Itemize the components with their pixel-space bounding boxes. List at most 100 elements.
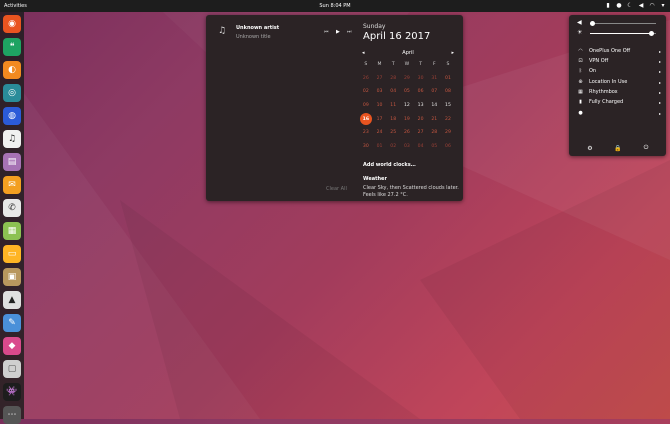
calendar-day[interactable]: 26 xyxy=(400,126,414,140)
calendar-day[interactable]: 04 xyxy=(414,140,428,154)
archive-icon[interactable]: ▣ xyxy=(3,268,21,286)
game-icon[interactable]: 👾 xyxy=(3,383,21,401)
hangouts-icon[interactable]: ❝ xyxy=(3,38,21,56)
media-player[interactable]: ♫ Unknown artist Unknown title ⏮ ▶ ⏭ xyxy=(214,21,352,49)
calendar-day[interactable]: 27 xyxy=(373,72,387,86)
calendar-day[interactable]: 26 xyxy=(359,72,373,86)
calendar-day[interactable]: 02 xyxy=(359,85,373,99)
user-icon: ● xyxy=(578,110,583,116)
menu-item-label: Rhythmbox xyxy=(589,89,618,95)
calendar-day[interactable]: 28 xyxy=(427,126,441,140)
notes-icon[interactable]: ▭ xyxy=(3,245,21,263)
calendar-day[interactable]: 07 xyxy=(427,85,441,99)
user-icon: ● xyxy=(616,2,622,9)
calendar-day[interactable]: 18 xyxy=(386,112,400,126)
calendar-day[interactable]: 30 xyxy=(414,72,428,86)
phone-icon[interactable]: ✆ xyxy=(3,199,21,217)
calendar-day[interactable]: 22 xyxy=(441,112,455,126)
calendar-day[interactable]: 13 xyxy=(414,99,428,113)
mail-icon[interactable]: ✉ xyxy=(3,176,21,194)
calendar-day[interactable]: 19 xyxy=(400,112,414,126)
dock: ◉ ❝ ◐ ◎ ◍ ♫ ▤ ✉ ✆ ▦ ▭ ▣ ▲ ✎ ◆ ▢ 👾 ⋯ xyxy=(0,12,24,424)
music-note-icon: ♫ xyxy=(218,26,227,36)
calendar-day[interactable]: 14 xyxy=(427,99,441,113)
power-icon[interactable]: ⏻ xyxy=(641,143,651,153)
weekday-header: T xyxy=(419,62,422,68)
weekday-header: S xyxy=(446,62,450,68)
location-icon: ⊕ xyxy=(578,79,583,85)
calendar-day[interactable]: 20 xyxy=(414,112,428,126)
calendar-day[interactable]: 29 xyxy=(400,72,414,86)
menu-item-vpn[interactable]: ⊡ VPN Off ▸ xyxy=(577,57,663,66)
chevron-right-icon: ▸ xyxy=(658,69,661,74)
calendar-day[interactable]: 11 xyxy=(386,99,400,113)
calendar-day[interactable]: 03 xyxy=(400,140,414,154)
weekday-label: Sunday xyxy=(363,23,386,30)
volume-slider[interactable]: ◀ xyxy=(577,19,660,27)
web-icon[interactable]: ◎ xyxy=(3,84,21,102)
volume-knob[interactable] xyxy=(590,21,595,26)
inkscape-icon[interactable]: ▲ xyxy=(3,291,21,309)
show-apps-icon[interactable]: ⋯ xyxy=(3,406,21,424)
prev-month-icon[interactable]: ◂ xyxy=(362,48,365,58)
calendar-day[interactable]: 25 xyxy=(386,126,400,140)
menu-item-rhythmbox[interactable]: ▦ Rhythmbox ▸ xyxy=(577,88,663,97)
calendar-day[interactable]: 05 xyxy=(400,85,414,99)
menu-item-user[interactable]: ● ▸ xyxy=(577,109,663,118)
calendar-day[interactable]: 21 xyxy=(427,112,441,126)
system-menu: ◀ ☀ ◠ OnePlus One Off ▸ ⊡ VPN Off ▸ ᛒ On ▸ ⊕ Locat… xyxy=(569,15,666,156)
calendar-day[interactable]: 03 xyxy=(373,85,387,99)
next-icon[interactable]: ⏭ xyxy=(347,29,352,35)
calendar-day[interactable]: 31 xyxy=(427,72,441,86)
calendar-day[interactable]: 09 xyxy=(359,99,373,113)
menu-item-battery[interactable]: ▮ Fully Charged ▸ xyxy=(577,98,663,107)
calendar-day[interactable]: 05 xyxy=(427,140,441,154)
calendar-day[interactable]: 12 xyxy=(400,99,414,113)
previous-icon[interactable]: ⏮ xyxy=(324,29,329,35)
calendar-day[interactable]: 30 xyxy=(359,140,373,154)
speaker-icon: ◀ xyxy=(577,19,582,26)
clock[interactable]: Sun 8:04 PM xyxy=(0,0,670,12)
screenshot-icon[interactable]: ▢ xyxy=(3,360,21,378)
paint-icon[interactable]: ◆ xyxy=(3,337,21,355)
clear-all-button[interactable]: Clear All xyxy=(326,186,347,192)
lock-icon[interactable]: 🔒 xyxy=(613,143,623,153)
brightness-knob[interactable] xyxy=(649,31,654,36)
settings-icon[interactable]: ⚙ xyxy=(585,143,595,153)
calendar-day[interactable]: 28 xyxy=(386,72,400,86)
brightness-slider[interactable]: ☀ xyxy=(577,29,660,37)
calendar-day[interactable]: 01 xyxy=(441,72,455,86)
calendar-day[interactable]: 27 xyxy=(414,126,428,140)
weather-section[interactable]: Weather Clear Sky, then Scattered clouds… xyxy=(363,176,463,199)
calendar-day[interactable]: 24 xyxy=(373,126,387,140)
calendar-day[interactable]: 06 xyxy=(441,140,455,154)
calendar-day[interactable]: 10 xyxy=(373,99,387,113)
calendar-day[interactable]: 15 xyxy=(441,99,455,113)
rhythmbox-icon: ▦ xyxy=(578,89,583,95)
calendar-day[interactable]: 29 xyxy=(441,126,455,140)
menu-item-wifi[interactable]: ◠ OnePlus One Off ▸ xyxy=(577,47,663,56)
calendar-day[interactable]: 06 xyxy=(414,85,428,99)
play-icon[interactable]: ▶ xyxy=(336,29,340,35)
calendar-day[interactable]: 08 xyxy=(441,85,455,99)
next-month-icon[interactable]: ▸ xyxy=(451,48,454,58)
files-icon[interactable]: ▤ xyxy=(3,153,21,171)
calendar-day[interactable]: 04 xyxy=(386,85,400,99)
add-world-clocks-link[interactable]: Add world clocks… xyxy=(363,162,416,168)
bluetooth-icon: ᛒ xyxy=(578,68,582,74)
full-date-label: April 16 2017 xyxy=(363,31,431,42)
calendar-day[interactable]: 17 xyxy=(373,112,387,126)
calendar-day[interactable]: 02 xyxy=(386,140,400,154)
firefox-icon[interactable]: ◐ xyxy=(3,61,21,79)
disk-icon[interactable]: ◍ xyxy=(3,107,21,125)
calculator-icon[interactable]: ▦ xyxy=(3,222,21,240)
menu-item-location[interactable]: ⊕ Location In Use ▸ xyxy=(577,78,663,87)
text-editor-icon[interactable]: ✎ xyxy=(3,314,21,332)
calendar-day[interactable]: 23 xyxy=(359,126,373,140)
system-tray[interactable]: ▮ ● ☾ ◀ ◠ ▾ xyxy=(605,0,666,12)
calendar-day[interactable]: 01 xyxy=(373,140,387,154)
calendar-day-today[interactable]: 16 xyxy=(359,112,373,126)
music-icon[interactable]: ♫ xyxy=(3,130,21,148)
menu-item-bluetooth[interactable]: ᛒ On ▸ xyxy=(577,67,663,76)
ubuntu-logo-icon[interactable]: ◉ xyxy=(3,15,21,33)
